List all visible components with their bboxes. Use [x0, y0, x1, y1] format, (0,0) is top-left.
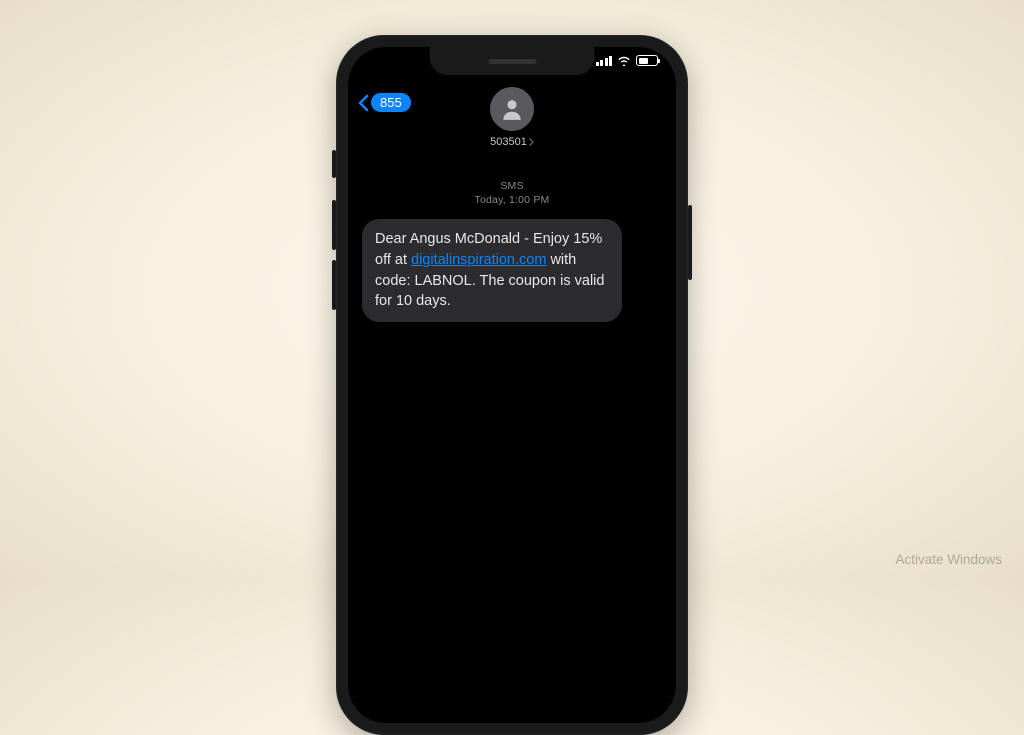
back-button[interactable]: 855 — [358, 93, 411, 112]
conversation-header: 855 503501 — [348, 87, 676, 167]
wifi-icon — [617, 55, 631, 66]
speaker-grille — [488, 59, 536, 64]
contact-info[interactable]: 503501 — [490, 87, 534, 148]
chevron-left-icon — [358, 94, 369, 112]
timestamp-label: Today, 1:00 PM — [348, 193, 676, 207]
windows-watermark: Activate Windows — [895, 552, 1002, 567]
notch — [430, 47, 595, 75]
mute-switch — [332, 150, 336, 178]
volume-up-button — [332, 200, 336, 250]
message-bubble[interactable]: Dear Angus McDonald - Enjoy 15% off at d… — [362, 219, 622, 321]
chevron-right-icon — [529, 138, 534, 146]
person-icon — [499, 96, 525, 122]
message-link[interactable]: digitalinspiration.com — [411, 252, 546, 268]
power-button — [688, 205, 692, 280]
unread-badge: 855 — [371, 93, 411, 112]
phone-frame: 855 503501 — [336, 35, 688, 735]
message-meta: SMS Today, 1:00 PM — [348, 179, 676, 207]
phone-screen: 855 503501 — [348, 47, 676, 723]
cellular-signal-icon — [596, 56, 613, 66]
status-bar — [596, 55, 659, 66]
avatar — [490, 87, 534, 131]
battery-icon — [636, 55, 658, 66]
channel-label: SMS — [348, 179, 676, 193]
sender-number: 503501 — [490, 136, 527, 148]
volume-down-button — [332, 260, 336, 310]
